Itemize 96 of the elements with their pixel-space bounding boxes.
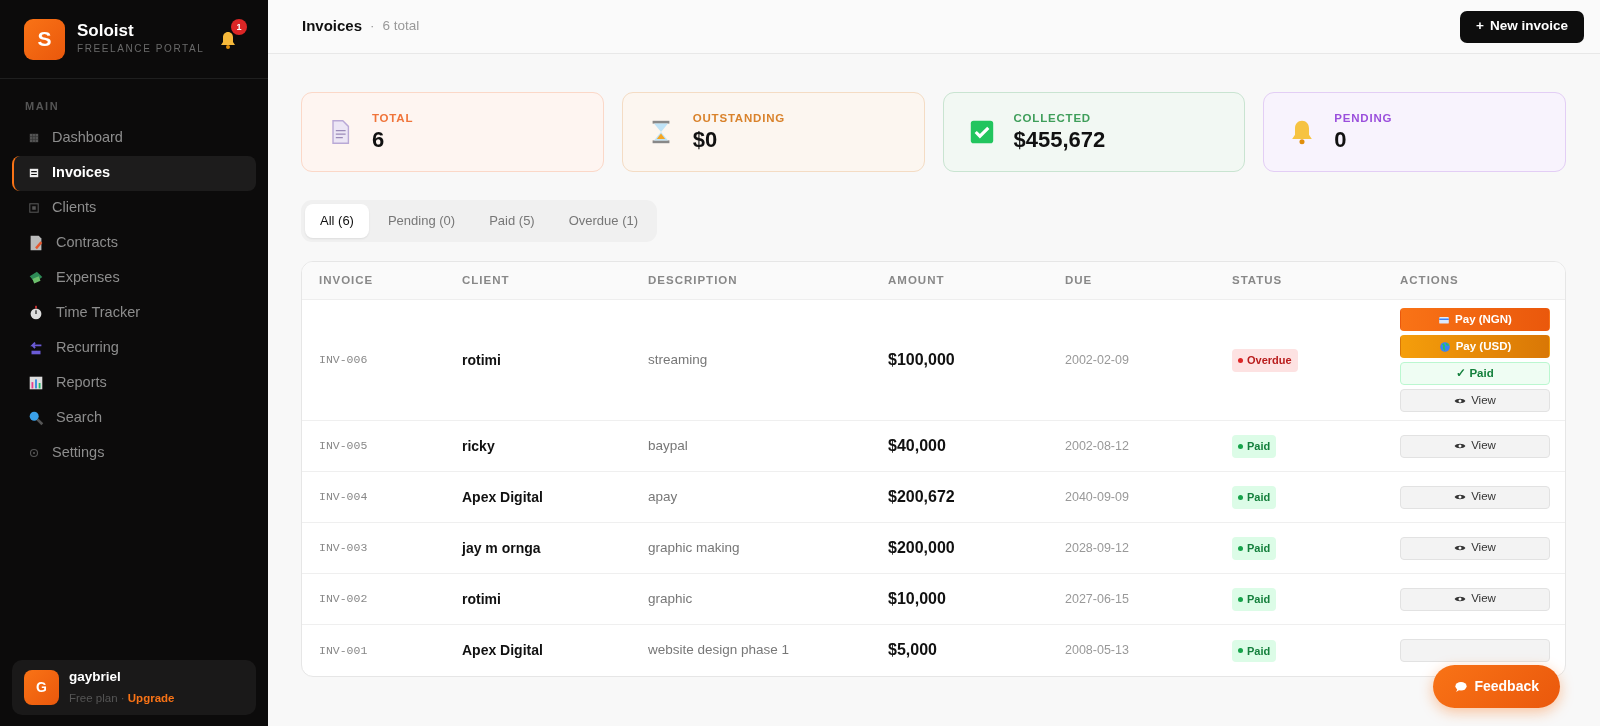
settings-icon — [27, 446, 41, 460]
table-cell: 2040-09-09 — [1048, 471, 1215, 523]
table-cell: INV-001 — [302, 624, 445, 676]
feedback-button[interactable]: Feedback — [1433, 665, 1560, 708]
stat-value: 0 — [1334, 127, 1348, 154]
user-name: gaybriel — [69, 667, 122, 686]
bar-chart-icon — [27, 374, 45, 392]
filter-tab[interactable]: All (6) — [305, 204, 369, 238]
table-cell: $5,000 — [871, 624, 1048, 676]
table-cell: INV-006 — [302, 299, 445, 421]
table-cell: graphic — [631, 573, 871, 625]
sidebar-item[interactable]: Expenses — [12, 260, 256, 296]
table-cell: INV-004 — [302, 471, 445, 523]
table-cell: 2027-06-15 — [1048, 573, 1215, 625]
table-cell: $200,000 — [871, 522, 1048, 574]
column-header: ACTIONS — [1383, 261, 1565, 300]
column-header: INVOICE — [302, 261, 445, 300]
view-button[interactable]: View — [1400, 389, 1550, 412]
upgrade-link[interactable]: Upgrade — [127, 692, 175, 705]
stat-label: TOTAL — [372, 111, 414, 127]
stat-value: $0 — [692, 127, 719, 154]
sidebar-item[interactable]: Invoices — [12, 155, 256, 191]
table-cell: INV-002 — [302, 573, 445, 625]
mark-paid-button[interactable]: ✓ Paid — [1400, 362, 1550, 385]
bell-icon — [218, 29, 238, 50]
table-cell: graphic making — [631, 522, 871, 574]
sidebar-item[interactable]: Reports — [12, 365, 256, 401]
column-header: DUE — [1048, 261, 1215, 300]
sidebar-item[interactable]: Recurring — [12, 330, 256, 366]
invoice-count: 6 total — [382, 17, 420, 36]
table-cell: 2028-09-12 — [1048, 522, 1215, 574]
table-cell: streaming — [631, 299, 871, 421]
pay-ngn-button[interactable]: Pay (NGN) — [1400, 308, 1550, 331]
view-button[interactable]: View — [1400, 434, 1550, 458]
column-header: DESCRIPTION — [631, 261, 871, 300]
filter-tab[interactable]: Pending (0) — [372, 204, 471, 238]
table-cell: rotimi — [445, 573, 631, 625]
table-cell: $40,000 — [871, 420, 1048, 472]
table-cell: ricky — [445, 420, 631, 472]
view-button[interactable] — [1400, 638, 1550, 662]
sidebar-item[interactable]: Dashboard — [12, 120, 256, 156]
view-button[interactable]: View — [1400, 485, 1550, 509]
filter-tab[interactable]: Overdue (1) — [553, 204, 654, 238]
separator: · — [370, 17, 375, 36]
square-icon — [27, 201, 41, 215]
sidebar-item[interactable]: Time Tracker — [12, 295, 256, 331]
status-badge: Paid — [1232, 486, 1277, 509]
plan-label: Free plan · — [69, 692, 126, 705]
search-icon — [27, 409, 45, 427]
table-cell: INV-003 — [302, 522, 445, 574]
sidebar-item[interactable]: Search — [12, 400, 256, 436]
brand-tagline: FREELANCE PORTAL — [77, 41, 205, 56]
section-label: MAIN — [24, 99, 61, 114]
avatar: G — [24, 670, 59, 705]
view-button[interactable]: View — [1400, 587, 1550, 611]
sidebar-item[interactable]: Settings — [12, 435, 256, 471]
table-cell: rotimi — [445, 299, 631, 421]
filter-tab[interactable]: Paid (5) — [474, 204, 550, 238]
stat-value: $455,672 — [1013, 127, 1106, 154]
brand-name: Soloist — [77, 22, 135, 41]
table-cell: 2008-05-13 — [1048, 624, 1215, 676]
status-badge: Overdue — [1232, 349, 1298, 372]
new-invoice-button[interactable]: + New invoice — [1460, 10, 1584, 43]
column-header: STATUS — [1215, 261, 1383, 300]
table-cell: jay m ornga — [445, 522, 631, 574]
status-badge: Paid — [1232, 588, 1277, 611]
stat-value: 6 — [372, 127, 386, 154]
stat-label: COLLECTED — [1013, 111, 1092, 127]
table-cell: $100,000 — [871, 299, 1048, 421]
chat-bubble-icon — [1454, 679, 1469, 694]
grid-icon — [27, 131, 41, 145]
list-icon — [27, 166, 41, 180]
status-badge: Paid — [1232, 435, 1277, 458]
view-button[interactable]: View — [1400, 536, 1550, 560]
stat-label: PENDING — [1334, 111, 1393, 127]
sidebar-item[interactable]: Contracts — [12, 225, 256, 261]
status-badge: Paid — [1232, 537, 1277, 560]
table-cell: $10,000 — [871, 573, 1048, 625]
table-cell: Apex Digital — [445, 471, 631, 523]
table-cell: INV-005 — [302, 420, 445, 472]
globe-icon — [1438, 340, 1451, 353]
table-cell: website design phase 1 — [631, 624, 871, 676]
table-cell: baypal — [631, 420, 871, 472]
sidebar-item[interactable]: Clients — [12, 190, 256, 226]
table-cell: $200,672 — [871, 471, 1048, 523]
status-badge: Paid — [1232, 639, 1277, 663]
table-cell: apay — [631, 471, 871, 523]
notification-badge: 1 — [231, 19, 247, 36]
column-header: CLIENT — [445, 261, 631, 300]
table-cell: Apex Digital — [445, 624, 631, 676]
stat-label: OUTSTANDING — [692, 111, 786, 127]
table-cell: 2002-08-12 — [1048, 420, 1215, 472]
table-cell: 2002-02-09 — [1048, 299, 1215, 421]
logo: S — [24, 18, 65, 60]
column-header: AMOUNT — [871, 261, 1048, 300]
page-title: Invoices — [302, 16, 363, 37]
